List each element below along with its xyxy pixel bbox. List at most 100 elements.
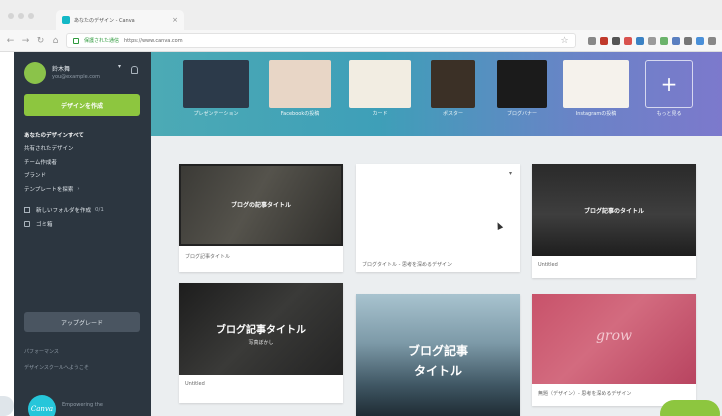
url-text: https://www.canva.com: [124, 37, 183, 44]
avatar[interactable]: [24, 62, 46, 84]
design-thumbnail: ブログ記事 タイトル: [356, 294, 520, 416]
thumbnail-title-line2: タイトル: [413, 364, 462, 378]
sidebar-item-shared[interactable]: 共有されたデザイン: [24, 142, 149, 156]
home-icon[interactable]: ⌂: [51, 36, 60, 46]
plus-icon: +: [645, 60, 693, 108]
design-thumbnail: ブログ記事タイトル 写真ぼかし: [179, 283, 343, 375]
extension-icon[interactable]: [696, 36, 704, 45]
template-tile-blog-banner[interactable]: ブログバナー: [497, 60, 547, 117]
sidebar-item-label: ゴミ箱: [36, 221, 53, 228]
bookmark-star-icon[interactable]: ☆: [560, 36, 569, 46]
sidebar-link-design-school[interactable]: デザインスクールへようこそ: [24, 364, 89, 371]
canva-favicon-icon: [62, 16, 70, 24]
template-thumbnail: [349, 60, 411, 108]
design-card[interactable]: ブログの記事タイトル ブログ記事タイトル: [179, 164, 343, 272]
account-menu-caret-icon[interactable]: ▾: [118, 63, 121, 70]
user-name[interactable]: 鈴木舞: [52, 64, 70, 73]
design-card[interactable]: grow 無題（デザイン）- 思考を深めるデザイン: [532, 294, 696, 406]
canva-logo: Canva: [28, 395, 56, 416]
extension-icon[interactable]: [672, 36, 680, 45]
upgrade-button[interactable]: アップグレード: [24, 312, 140, 332]
folder-icon: [24, 207, 30, 214]
sidebar-item-label: あなたのデザインすべて: [24, 132, 84, 139]
forward-icon[interactable]: →: [21, 36, 30, 46]
extension-icons: [588, 36, 716, 45]
template-banner: プレゼンテーション Facebookの投稿 カード ポスター ブログバナー In…: [151, 52, 722, 136]
extension-icon[interactable]: [684, 36, 692, 45]
sidebar-link-performance[interactable]: パフォーマンス: [24, 348, 59, 355]
design-card[interactable]: ブログ記事 タイトル: [356, 294, 520, 416]
template-label: カード: [372, 111, 388, 117]
thumbnail-subtitle: 写真ぼかし: [248, 340, 274, 346]
design-card[interactable]: ▾ ブログタイトル - 思考を深めるデザイン: [356, 164, 520, 272]
active-item-pointer: [135, 76, 142, 90]
more-options-icon[interactable]: ▾: [509, 170, 512, 177]
sidebar-item-trash[interactable]: ゴミ箱: [24, 217, 149, 231]
sidebar-item-label: テンプレートを探索: [24, 186, 74, 193]
design-grid: ブログの記事タイトル ブログ記事タイトル ▾ ブログタイトル - 思考を深めるデ…: [151, 136, 722, 416]
address-bar: ← → ↻ ⌂ 保護された通信 https://www.canva.com ☆: [0, 30, 722, 52]
lock-icon: [73, 37, 79, 44]
template-label: もっと見る: [656, 111, 682, 117]
design-thumbnail: grow: [532, 294, 696, 384]
template-label: Facebookの投稿: [280, 111, 320, 117]
template-tile-more[interactable]: + もっと見る: [645, 60, 693, 117]
extension-icon[interactable]: [708, 36, 716, 45]
sidebar-nav: あなたのデザインすべて 共有されたデザイン チーム作成者 ブランド テンプレート…: [24, 128, 149, 231]
sidebar: 鈴木舞 you@example.com ▾ デザインを作成 あなたのデザインすべ…: [14, 52, 151, 416]
sidebar-item-new-folder[interactable]: 新しいフォルダを作成 0/1: [24, 204, 149, 218]
trash-icon: [24, 220, 30, 227]
chevron-right-icon: ›: [77, 185, 80, 192]
url-field[interactable]: 保護された通信 https://www.canva.com ☆: [66, 33, 576, 48]
design-thumbnail: [356, 164, 520, 246]
sidebar-item-label: チーム作成者: [24, 159, 57, 166]
sidebar-item-team[interactable]: チーム作成者: [24, 155, 149, 169]
sidebar-item-brand[interactable]: ブランド: [24, 169, 149, 183]
tab-title: あなたのデザイン - Canva: [74, 17, 135, 24]
template-tile-presentation[interactable]: プレゼンテーション: [183, 60, 249, 117]
notification-bell-icon[interactable]: [131, 66, 138, 74]
template-tile-poster[interactable]: ポスター: [431, 60, 475, 117]
tab-close-icon[interactable]: ×: [172, 16, 178, 24]
sidebar-item-label: 共有されたデザイン: [24, 146, 74, 153]
extension-icon[interactable]: [648, 36, 656, 45]
thumbnail-script-text: grow: [595, 328, 633, 344]
template-label: ポスター: [442, 111, 463, 117]
thumbnail-title: ブログ記事タイトル: [216, 325, 306, 336]
extension-icon[interactable]: [588, 36, 596, 45]
template-thumbnail: [431, 60, 475, 108]
create-design-button[interactable]: デザインを作成: [24, 94, 140, 116]
extension-icon[interactable]: [624, 36, 632, 45]
template-tile-facebook-post[interactable]: Facebookの投稿: [269, 60, 331, 117]
design-title: 無題（デザイン）- 思考を深めるデザイン: [538, 391, 632, 397]
design-card[interactable]: ブログ記事タイトル 写真ぼかし Untitled: [179, 283, 343, 403]
help-chat-button[interactable]: [660, 400, 720, 416]
window-controls[interactable]: [8, 13, 34, 19]
thumbnail-title: ブログ記事のタイトル: [583, 208, 644, 215]
sidebar-item-templates[interactable]: テンプレートを探索 ›: [24, 182, 149, 196]
secure-label: 保護された通信: [84, 38, 120, 44]
template-label: プレゼンテーション: [193, 111, 239, 117]
sidebar-item-all-designs[interactable]: あなたのデザインすべて: [24, 128, 149, 142]
scroll-handle[interactable]: [0, 396, 14, 416]
template-thumbnail: [269, 60, 331, 108]
extension-icon[interactable]: [612, 36, 620, 45]
sidebar-item-label: ブランド: [24, 173, 47, 180]
template-label: ブログバナー: [506, 111, 537, 117]
design-title: Untitled: [538, 262, 558, 268]
reload-icon[interactable]: ↻: [36, 36, 45, 46]
template-thumbnail: [183, 60, 249, 108]
back-icon[interactable]: ←: [6, 36, 15, 46]
design-title: Untitled: [185, 381, 205, 387]
template-tile-instagram-post[interactable]: Instagramの投稿: [563, 60, 629, 117]
template-tile-card[interactable]: カード: [349, 60, 411, 117]
template-thumbnail: [497, 60, 547, 108]
extension-icon[interactable]: [660, 36, 668, 45]
browser-tab[interactable]: あなたのデザイン - Canva ×: [56, 10, 184, 30]
extension-icon[interactable]: [600, 36, 608, 45]
browser-tab-bar: あなたのデザイン - Canva ×: [0, 0, 722, 30]
extension-icon[interactable]: [636, 36, 644, 45]
design-title: ブログ記事タイトル: [185, 254, 231, 260]
user-email: you@example.com: [52, 74, 100, 80]
design-card[interactable]: ブログ記事のタイトル Untitled: [532, 164, 696, 278]
